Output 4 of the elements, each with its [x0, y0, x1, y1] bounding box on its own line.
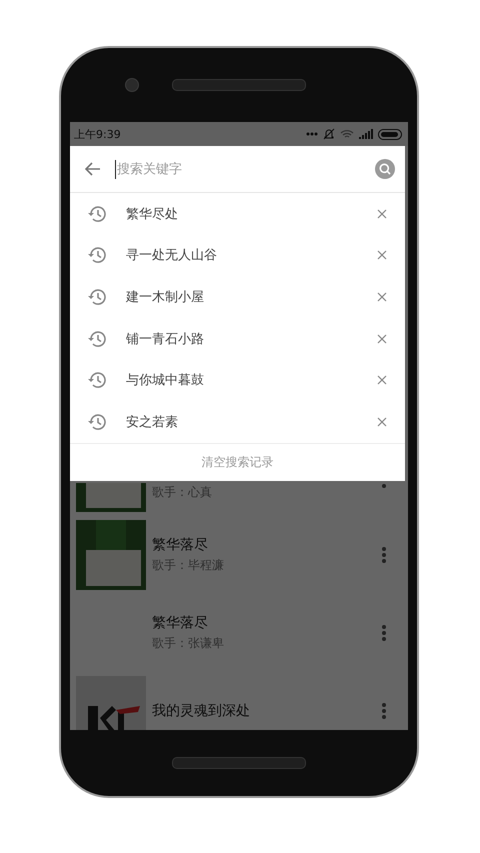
status-time: 上午9:39: [74, 126, 121, 142]
song-title: 繁华落尽: [152, 614, 209, 632]
song-title: 我的灵魂到深处: [152, 702, 251, 720]
song-title: 繁华落尽: [152, 536, 209, 554]
